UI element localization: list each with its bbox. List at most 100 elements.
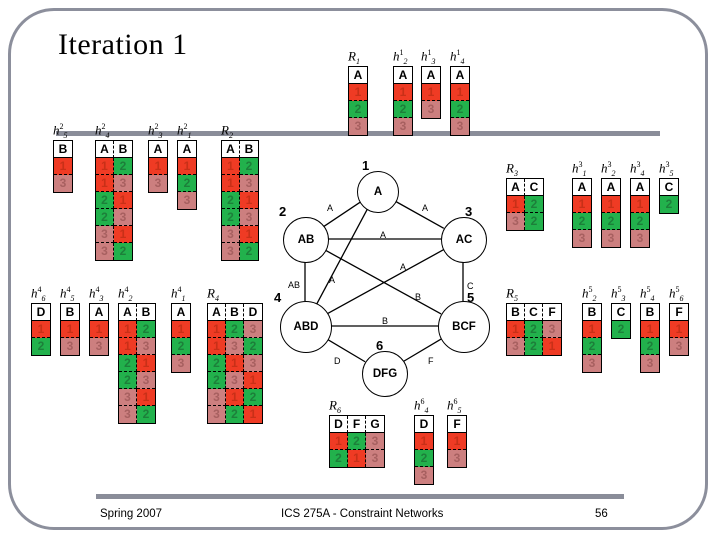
table-header-row: BCF [507, 304, 561, 321]
table-header-row: B [54, 141, 72, 158]
column-header: A [222, 141, 240, 158]
table-cell: 1 [348, 450, 366, 467]
label-subscript: 4 [424, 405, 429, 415]
graph-edge-ABD-DFG [326, 338, 366, 363]
label-superscript: 4 [95, 285, 100, 294]
label-superscript: 3 [636, 160, 641, 169]
table-row: 1 [32, 321, 50, 338]
table-cell: 1 [32, 321, 50, 338]
graph-node-BCF[interactable]: BCF [438, 301, 490, 353]
divider-bottom [96, 494, 624, 499]
label-subscript: 5 [457, 405, 462, 415]
relation-table-h56: F13 [447, 415, 467, 468]
table-row: 1 [602, 196, 620, 213]
table-header-row: AC [507, 179, 543, 196]
edge-label-A-AB: A [327, 203, 334, 213]
table-row: 1 [61, 321, 79, 338]
table-cell: 1 [244, 406, 262, 423]
table-row: 3 [602, 230, 620, 247]
table-label-R6: R6 [329, 397, 341, 415]
label-subscript: 5 [70, 293, 75, 303]
table-cell: 1 [583, 321, 601, 338]
table-label-h12: h21 [177, 122, 192, 140]
table-label-R4: R4 [207, 285, 219, 303]
table-cell: 1 [641, 321, 659, 338]
label-subscript: 2 [403, 56, 408, 66]
table-row: 3 [631, 230, 649, 247]
label-superscript: 6 [453, 397, 458, 406]
label-subscript: 2 [228, 130, 233, 140]
table-row: 132 [208, 338, 262, 355]
graph-node-A[interactable]: A [357, 171, 399, 213]
table-header-row: A [178, 141, 196, 158]
table-cell: 2 [415, 450, 433, 467]
label-subscript: 4 [105, 130, 110, 140]
graph-node-ABD[interactable]: ABD [280, 301, 332, 353]
graph-edge-AB-BCF [323, 249, 442, 315]
table-cell: 3 [240, 175, 258, 192]
table-row: 3 [349, 118, 367, 135]
table-cell: 3 [149, 175, 167, 192]
relation-table-R1: A123 [348, 66, 368, 136]
footer-center: ICS 275A - Constraint Networks [281, 508, 444, 520]
table-cell: 3 [137, 372, 155, 389]
table-row: 31 [222, 226, 258, 243]
table-cell: 3 [114, 175, 132, 192]
table-cell: 2 [583, 338, 601, 355]
table-cell: 2 [226, 406, 244, 423]
column-header: B [583, 304, 601, 321]
graph-node-DFG[interactable]: DFG [362, 351, 408, 397]
column-header: A [178, 141, 196, 158]
label-subscript: 4 [460, 56, 465, 66]
table-row: 12 [222, 158, 258, 175]
table-row: 2 [178, 175, 196, 192]
table-row: 21 [96, 192, 132, 209]
table-cell: 3 [96, 226, 114, 243]
table-label-h24: h42 [118, 285, 133, 303]
table-label-h56: h65 [447, 397, 462, 415]
table-cell: 3 [178, 192, 196, 209]
label-superscript: 1 [456, 48, 461, 57]
table-cell: 1 [172, 321, 190, 338]
table-cell: 1 [137, 389, 155, 406]
table-cell: 3 [366, 450, 384, 467]
graph-node-number-BCF: 5 [467, 290, 475, 305]
relation-table-h34: A13 [89, 303, 109, 356]
table-cell: 3 [507, 213, 525, 230]
table-label-h34: h43 [89, 285, 104, 303]
relation-table-R6: DFG123213 [329, 415, 385, 468]
label-superscript: 4 [37, 285, 42, 294]
label-superscript: 6 [420, 397, 425, 406]
table-cell: 1 [226, 355, 244, 372]
table-label-h32: h23 [148, 122, 163, 140]
page-title: Iteration 1 [58, 28, 188, 61]
table-cell: 2 [451, 101, 469, 118]
table-row: 213 [208, 355, 262, 372]
table-row: 3 [172, 355, 190, 372]
label-subscript: 3 [99, 293, 104, 303]
table-cell: 1 [114, 226, 132, 243]
relation-table-h35: C2 [611, 303, 631, 339]
column-header: A [631, 179, 649, 196]
table-cell: 2 [330, 450, 348, 467]
table-row: 2 [394, 101, 412, 118]
table-cell: 1 [394, 84, 412, 101]
table-cell: 2 [240, 158, 258, 175]
edge-label-A-AC: A [422, 203, 429, 213]
column-header: A [149, 141, 167, 158]
column-header: F [543, 304, 561, 321]
column-header: D [415, 416, 433, 433]
table-cell: 1 [222, 158, 240, 175]
graph-node-AC[interactable]: AC [441, 217, 487, 263]
table-label-h42: h24 [95, 122, 110, 140]
table-row: 123 [507, 321, 561, 338]
column-header: F [348, 416, 366, 433]
table-cell: 2 [240, 243, 258, 260]
table-cell: 2 [348, 433, 366, 450]
table-label-h21: h12 [393, 48, 408, 66]
table-cell: 3 [208, 389, 226, 406]
table-cell: 3 [208, 406, 226, 423]
table-row: 32 [507, 213, 543, 230]
graph-node-AB[interactable]: AB [283, 217, 329, 263]
relation-table-h65: F13 [669, 303, 689, 356]
